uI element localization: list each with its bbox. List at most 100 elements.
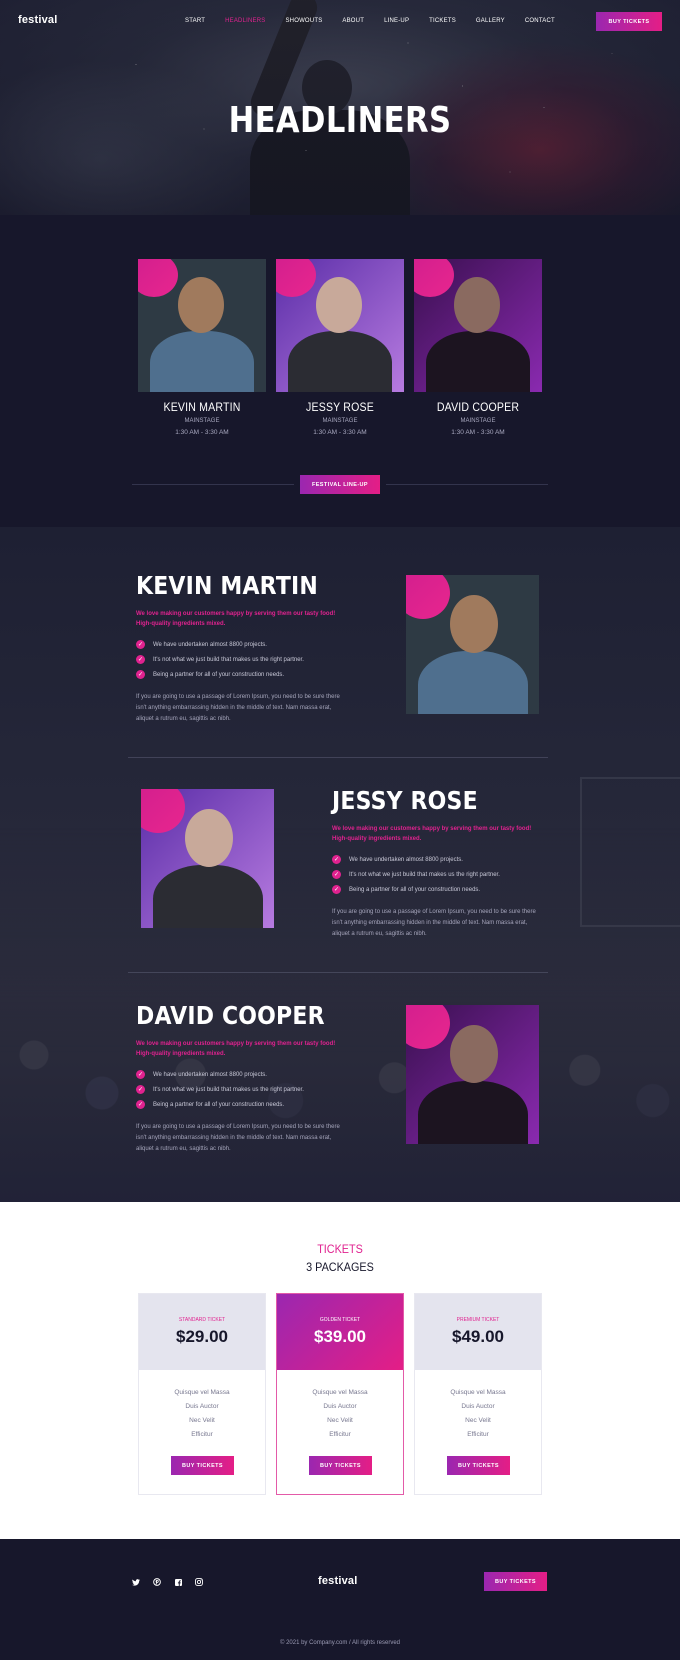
package-feature: Nec Velit — [465, 1417, 491, 1424]
festival-lineup-button[interactable]: FESTIVAL LINE-UP — [300, 475, 380, 494]
artist-description: If you are going to use a passage of Lor… — [136, 1124, 340, 1152]
facebook-icon[interactable] — [174, 1578, 182, 1586]
artist-detail: KEVIN MARTIN We love making our customer… — [0, 527, 680, 742]
feature-list: ✓ We have undertaken almost 8800 projects… — [332, 852, 562, 897]
artist-intro: We love making our customers happy by se… — [332, 826, 532, 842]
package-feature: Quisque vel Massa — [174, 1389, 230, 1396]
artist-stage: MAINSTAGE — [184, 418, 220, 424]
footer-buy-tickets-button[interactable]: BUY TICKETS — [484, 1572, 547, 1591]
package-feature: Duis Auctor — [461, 1403, 495, 1410]
ticket-package: STANDARD TICKET $29.00 Quisque vel Massa … — [138, 1293, 266, 1495]
artist-intro: We love making our customers happy by se… — [136, 611, 336, 627]
package-features: Quisque vel Massa Duis Auctor Nec Velit … — [415, 1386, 541, 1442]
check-icon: ✓ — [332, 885, 341, 894]
lineup-card[interactable]: KEVIN MARTIN MAINSTAGE 1:30 AM - 3:30 AM — [138, 259, 266, 436]
package-feature: Duis Auctor — [323, 1403, 357, 1410]
artist-description: If you are going to use a passage of Lor… — [136, 694, 340, 722]
footer: festival BUY TICKETS © 2021 by Company.c… — [0, 1539, 680, 1660]
check-icon: ✓ — [332, 870, 341, 879]
nav-item-gallery[interactable]: GALLERY — [476, 18, 505, 24]
hero-section: festival START HEADLINERS SHOWOUTS ABOUT… — [0, 0, 680, 215]
buy-tickets-button[interactable]: BUY TICKETS — [309, 1456, 372, 1475]
artist-photo — [138, 259, 266, 392]
feature-item: ✓ It's not what we just build that makes … — [136, 655, 304, 664]
artist-stage: MAINSTAGE — [322, 418, 358, 424]
artist-time: 1:30 AM - 3:30 AM — [313, 429, 367, 436]
instagram-icon[interactable] — [195, 1578, 203, 1586]
feature-list: ✓ We have undertaken almost 8800 projects… — [136, 637, 366, 682]
artists-section: KEVIN MARTIN We love making our customer… — [0, 527, 680, 1202]
buy-tickets-button[interactable]: BUY TICKETS — [596, 12, 662, 31]
feature-item: ✓ We have undertaken almost 8800 projects… — [136, 1070, 267, 1079]
divider — [386, 484, 548, 485]
artist-time: 1:30 AM - 3:30 AM — [175, 429, 229, 436]
nav-item-contact[interactable]: CONTACT — [525, 18, 555, 24]
nav-item-headliners[interactable]: HEADLINERS — [225, 18, 265, 24]
ticket-package: PREMIUM TICKET $49.00 Quisque vel Massa D… — [414, 1293, 542, 1495]
top-nav: festival START HEADLINERS SHOWOUTS ABOUT… — [0, 0, 680, 44]
package-feature: Quisque vel Massa — [450, 1389, 506, 1396]
artist-detail: JESSY ROSE We love making our customers … — [0, 742, 680, 957]
package-feature: Efficitur — [191, 1431, 213, 1438]
page-title: HEADLINERS — [228, 100, 452, 141]
lineup-card[interactable]: DAVID COOPER MAINSTAGE 1:30 AM - 3:30 AM — [414, 259, 542, 436]
artist-description: If you are going to use a passage of Lor… — [332, 909, 536, 937]
divider — [132, 484, 294, 485]
feature-item: ✓ We have undertaken almost 8800 projects… — [332, 855, 463, 864]
package-feature: Nec Velit — [327, 1417, 353, 1424]
artist-heading: DAVID COOPER — [136, 1001, 325, 1030]
artist-intro: We love making our customers happy by se… — [136, 1041, 336, 1057]
feature-item: ✓ Being a partner for all of your constru… — [332, 885, 481, 894]
lineup-card[interactable]: JESSY ROSE MAINSTAGE 1:30 AM - 3:30 AM — [276, 259, 404, 436]
artist-time: 1:30 AM - 3:30 AM — [451, 429, 505, 436]
nav-item-start[interactable]: START — [185, 18, 205, 24]
package-feature: Efficitur — [467, 1431, 489, 1438]
feature-list: ✓ We have undertaken almost 8800 projects… — [136, 1067, 366, 1112]
package-feature: Efficitur — [329, 1431, 351, 1438]
package-feature: Nec Velit — [189, 1417, 215, 1424]
artist-photo — [406, 1005, 539, 1144]
buy-tickets-button[interactable]: BUY TICKETS — [171, 1456, 234, 1475]
package-price: $29.00 — [176, 1327, 228, 1346]
artist-photo — [141, 789, 274, 928]
twitter-icon[interactable] — [132, 1578, 140, 1586]
check-icon: ✓ — [136, 1070, 145, 1079]
artist-name: KEVIN MARTIN — [163, 400, 241, 414]
package-feature: Quisque vel Massa — [312, 1389, 368, 1396]
package-feature: Duis Auctor — [185, 1403, 219, 1410]
artist-name: JESSY ROSE — [306, 400, 374, 414]
artist-name: DAVID COOPER — [436, 400, 520, 414]
tickets-heading: 3 PACKAGES — [306, 1260, 374, 1274]
check-icon: ✓ — [136, 1100, 145, 1109]
nav-item-about[interactable]: ABOUT — [342, 18, 364, 24]
feature-item: ✓ We have undertaken almost 8800 projects… — [136, 640, 267, 649]
ticket-package-featured: GOLDEN TICKET $39.00 Quisque vel Massa Du… — [276, 1293, 404, 1495]
feature-item: ✓ It's not what we just build that makes … — [136, 1085, 304, 1094]
artist-heading: JESSY ROSE — [332, 786, 478, 815]
footer-logo[interactable]: festival — [318, 1575, 358, 1587]
buy-tickets-button[interactable]: BUY TICKETS — [447, 1456, 510, 1475]
copyright: © 2021 by Company.com / All rights reser… — [279, 1640, 401, 1646]
nav-item-tickets[interactable]: TICKETS — [429, 18, 456, 24]
artist-photo — [276, 259, 404, 392]
package-price: $39.00 — [314, 1327, 366, 1346]
tickets-section: TICKETS 3 PACKAGES STANDARD TICKET $29.00… — [0, 1202, 680, 1539]
artist-heading: KEVIN MARTIN — [136, 571, 318, 600]
artist-stage: MAINSTAGE — [460, 418, 496, 424]
check-icon: ✓ — [136, 640, 145, 649]
artist-detail: DAVID COOPER We love making our customer… — [0, 957, 680, 1172]
check-icon: ✓ — [136, 670, 145, 679]
social-links — [132, 1578, 216, 1586]
check-icon: ✓ — [136, 655, 145, 664]
artist-photo — [406, 575, 539, 714]
pinterest-icon[interactable] — [153, 1578, 161, 1586]
package-price: $49.00 — [452, 1327, 504, 1346]
package-label: PREMIUM TICKET — [456, 1317, 500, 1323]
nav-item-lineup[interactable]: LINE-UP — [384, 18, 409, 24]
logo[interactable]: festival — [18, 14, 58, 26]
lineup-section: KEVIN MARTIN MAINSTAGE 1:30 AM - 3:30 AM… — [0, 215, 680, 527]
check-icon: ✓ — [136, 1085, 145, 1094]
nav-item-showouts[interactable]: SHOWOUTS — [285, 18, 322, 24]
package-features: Quisque vel Massa Duis Auctor Nec Velit … — [139, 1386, 265, 1442]
feature-item: ✓ It's not what we just build that makes … — [332, 870, 500, 879]
